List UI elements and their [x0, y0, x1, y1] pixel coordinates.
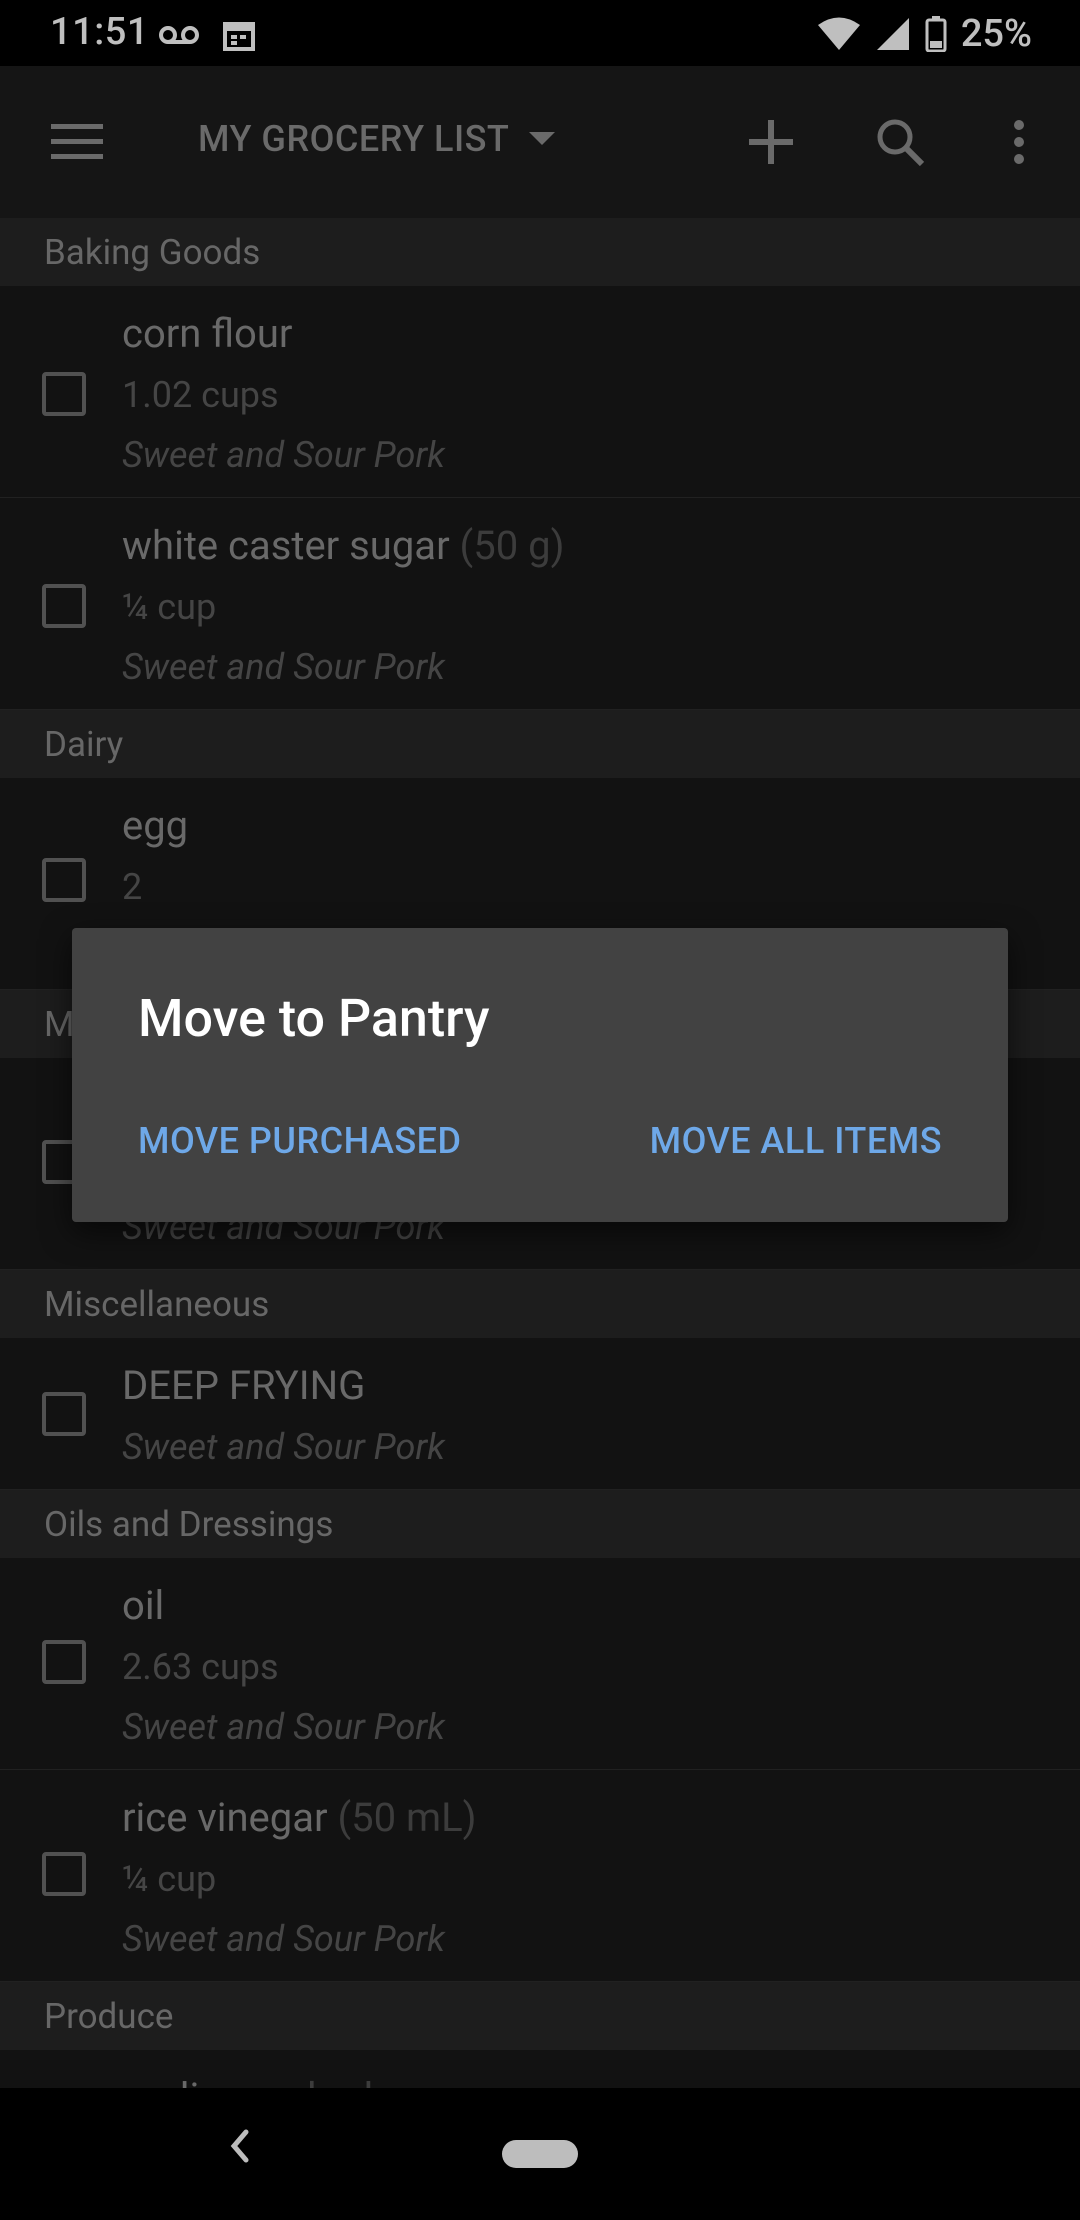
back-button[interactable] — [222, 2126, 258, 2170]
back-icon — [230, 2129, 249, 2163]
dialog-title: Move to Pantry — [138, 988, 490, 1049]
system-nav-bar — [0, 2088, 1080, 2220]
move-to-pantry-dialog: Move to Pantry MOVE PURCHASED MOVE ALL I… — [72, 928, 1008, 1222]
move-purchased-button[interactable]: MOVE PURCHASED — [138, 1120, 461, 1162]
move-all-items-button[interactable]: MOVE ALL ITEMS — [650, 1120, 942, 1162]
home-pill-icon[interactable] — [502, 2140, 578, 2168]
